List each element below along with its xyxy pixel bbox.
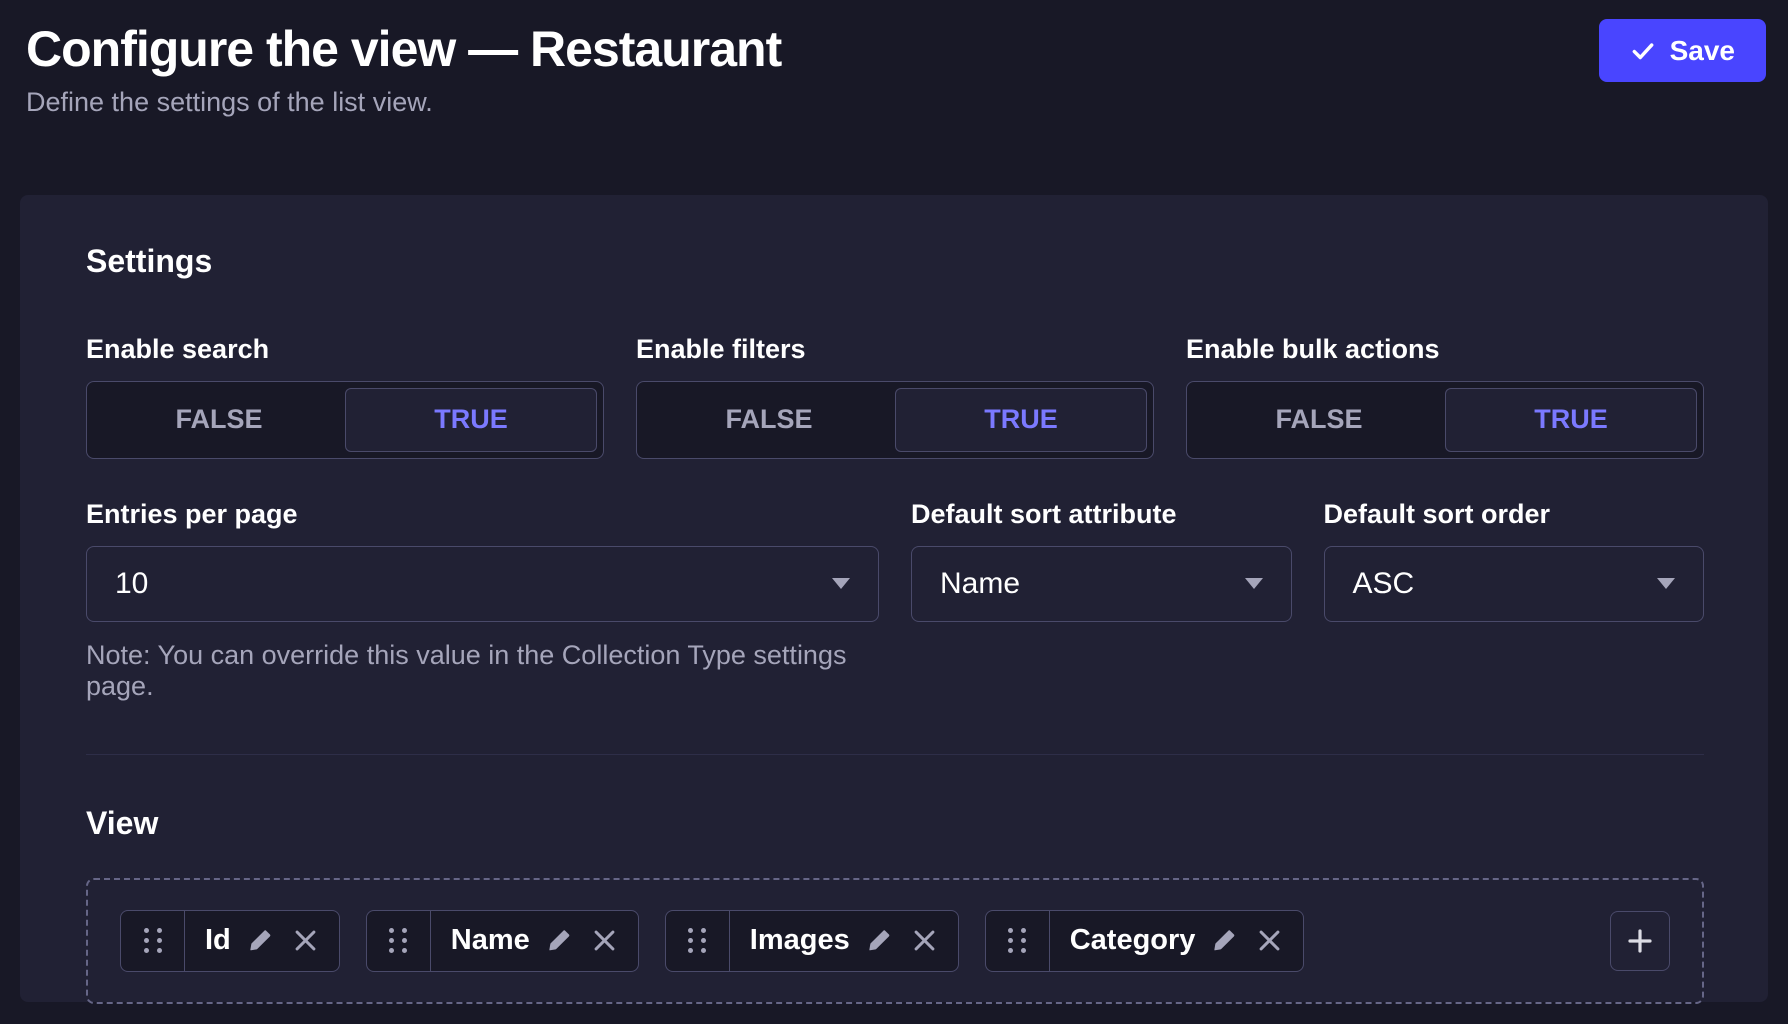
- field-default-sort-attribute: Default sort attribute Name: [911, 499, 1292, 702]
- enable-search-false-option[interactable]: FALSE: [93, 388, 345, 452]
- enable-filters-false-option[interactable]: FALSE: [643, 388, 895, 452]
- field-enable-filters: Enable filters FALSE TRUE: [636, 334, 1154, 459]
- edit-field-icon[interactable]: [546, 927, 573, 954]
- field-enable-search: Enable search FALSE TRUE: [86, 334, 604, 459]
- field-label: Enable filters: [636, 334, 1154, 365]
- field-chip-name[interactable]: Name: [366, 910, 639, 972]
- edit-field-icon[interactable]: [1211, 927, 1238, 954]
- enable-filters-true-option[interactable]: TRUE: [895, 388, 1147, 452]
- entries-per-page-value: 10: [115, 567, 148, 601]
- section-divider: [86, 754, 1704, 755]
- view-heading: View: [86, 805, 1704, 842]
- enable-filters-toggle[interactable]: FALSE TRUE: [636, 381, 1154, 459]
- view-fields-dropzone: Id Name: [86, 878, 1704, 1004]
- field-chip-label: Category: [1050, 924, 1212, 957]
- edit-field-icon[interactable]: [866, 927, 893, 954]
- chevron-down-icon: [1657, 578, 1675, 589]
- enable-search-true-option[interactable]: TRUE: [345, 388, 597, 452]
- field-entries-per-page: Entries per page 10 Note: You can overri…: [86, 499, 879, 702]
- remove-field-icon[interactable]: [292, 927, 319, 954]
- entries-per-page-select[interactable]: 10: [86, 546, 879, 622]
- field-chip-label: Images: [730, 924, 866, 957]
- field-label: Enable search: [86, 334, 604, 365]
- settings-card: Settings Enable search FALSE TRUE Enable…: [20, 195, 1768, 1002]
- field-enable-bulk-actions: Enable bulk actions FALSE TRUE: [1186, 334, 1704, 459]
- page-subtitle: Define the settings of the list view.: [26, 87, 1764, 118]
- drag-handle-icon[interactable]: [986, 911, 1050, 971]
- settings-heading: Settings: [86, 243, 1704, 280]
- chevron-down-icon: [1245, 578, 1263, 589]
- save-button[interactable]: Save: [1599, 19, 1766, 82]
- field-label: Enable bulk actions: [1186, 334, 1704, 365]
- default-sort-order-select[interactable]: ASC: [1324, 546, 1705, 622]
- remove-field-icon[interactable]: [911, 927, 938, 954]
- enable-bulk-actions-true-option[interactable]: TRUE: [1445, 388, 1697, 452]
- entries-per-page-hint: Note: You can override this value in the…: [86, 640, 879, 702]
- edit-field-icon[interactable]: [247, 927, 274, 954]
- settings-toggles-row: Enable search FALSE TRUE Enable filters …: [86, 334, 1704, 702]
- field-chip-id[interactable]: Id: [120, 910, 340, 972]
- check-icon: [1630, 38, 1656, 64]
- field-label: Entries per page: [86, 499, 879, 530]
- chevron-down-icon: [832, 578, 850, 589]
- default-sort-order-value: ASC: [1353, 567, 1415, 601]
- enable-search-toggle[interactable]: FALSE TRUE: [86, 381, 604, 459]
- field-chip-label: Name: [431, 924, 546, 957]
- default-sort-attribute-value: Name: [940, 567, 1020, 601]
- save-button-label: Save: [1670, 35, 1735, 67]
- enable-bulk-actions-false-option[interactable]: FALSE: [1193, 388, 1445, 452]
- field-chip-label: Id: [185, 924, 247, 957]
- page-header: Configure the view — Restaurant Define t…: [0, 0, 1788, 118]
- field-default-sort-order: Default sort order ASC: [1324, 499, 1705, 702]
- field-chip-category[interactable]: Category: [985, 910, 1305, 972]
- enable-bulk-actions-toggle[interactable]: FALSE TRUE: [1186, 381, 1704, 459]
- field-chip-images[interactable]: Images: [665, 910, 959, 972]
- default-sort-attribute-select[interactable]: Name: [911, 546, 1292, 622]
- remove-field-icon[interactable]: [591, 927, 618, 954]
- drag-handle-icon[interactable]: [121, 911, 185, 971]
- field-label: Default sort order: [1324, 499, 1705, 530]
- page-title: Configure the view — Restaurant: [26, 18, 1764, 81]
- field-label: Default sort attribute: [911, 499, 1292, 530]
- drag-handle-icon[interactable]: [666, 911, 730, 971]
- drag-handle-icon[interactable]: [367, 911, 431, 971]
- remove-field-icon[interactable]: [1256, 927, 1283, 954]
- add-field-button[interactable]: [1610, 911, 1670, 971]
- plus-icon: [1624, 925, 1656, 957]
